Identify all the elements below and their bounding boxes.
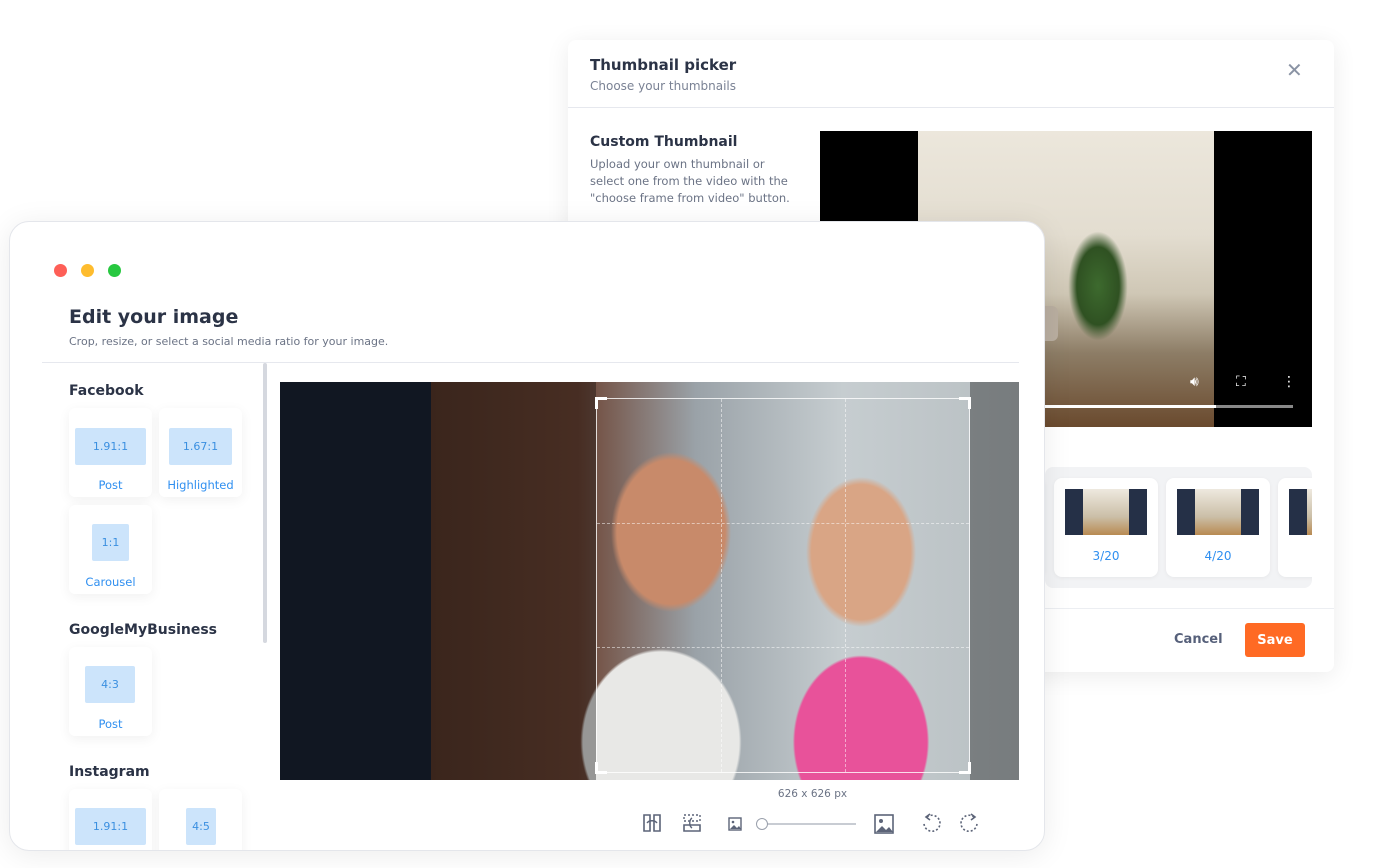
section-googlemybusiness: GoogleMyBusiness (69, 622, 217, 638)
close-icon[interactable]: ✕ (1286, 58, 1303, 82)
divider (1045, 608, 1334, 609)
section-facebook: Facebook (69, 383, 144, 399)
more-options-icon[interactable]: ⋮ (1282, 374, 1296, 390)
window-maximize-button[interactable] (108, 264, 121, 277)
cancel-button[interactable]: Cancel (1174, 632, 1223, 647)
custom-thumbnail-title: Custom Thumbnail (590, 134, 738, 150)
section-instagram: Instagram (69, 764, 150, 780)
image-canvas[interactable] (280, 382, 1019, 780)
crop-handle[interactable] (595, 762, 607, 774)
frame-image (1177, 489, 1259, 535)
zoom-in-image-icon[interactable] (874, 814, 894, 834)
crop-handle[interactable] (959, 397, 971, 409)
fullscreen-icon[interactable]: ⛶ (1236, 374, 1246, 390)
window-close-button[interactable] (54, 264, 67, 277)
page-title: Edit your image (69, 306, 239, 328)
rotate-right-icon[interactable] (959, 812, 981, 834)
zoom-slider-track[interactable] (762, 823, 856, 825)
ratio-card[interactable]: 4:5 (159, 789, 242, 850)
frame-label: 3/20 (1092, 549, 1120, 563)
page-subtitle: Crop, resize, or select a social media r… (69, 335, 389, 348)
ratio-card[interactable]: 1.91:1 (69, 789, 152, 850)
ratio-card[interactable]: 4:3 Post (69, 647, 152, 736)
frame-image (1289, 489, 1312, 535)
frame-thumbnail[interactable] (1278, 478, 1312, 577)
frame-label: 4/20 (1204, 549, 1232, 563)
custom-thumbnail-description: Upload your own thumbnail or select one … (590, 157, 790, 205)
crop-box[interactable] (595, 397, 971, 774)
divider (568, 107, 1334, 108)
zoom-slider-handle[interactable] (756, 818, 768, 830)
ratio-card[interactable]: 1.91:1 Post (69, 408, 152, 497)
frame-strip: 3/20 4/20 (1045, 467, 1312, 588)
zoom-out-image-icon[interactable] (728, 817, 742, 831)
ratio-card[interactable]: 1.67:1 Highlighted (159, 408, 242, 497)
sidebar-scrollbar[interactable] (263, 363, 267, 643)
video-progress-fill (1045, 405, 1217, 408)
crop-handle[interactable] (959, 762, 971, 774)
volume-icon[interactable]: 🔊︎ (1190, 374, 1199, 390)
dialog-title: Thumbnail picker (590, 56, 737, 74)
divider (42, 362, 1019, 363)
dialog-subtitle: Choose your thumbnails (590, 79, 737, 93)
frame-image (1065, 489, 1147, 535)
flip-horizontal-icon[interactable] (641, 812, 663, 834)
edit-image-window: Edit your image Crop, resize, or select … (9, 221, 1045, 851)
frame-thumbnail[interactable]: 3/20 (1054, 478, 1158, 577)
crop-handle[interactable] (595, 397, 607, 409)
rotate-left-icon[interactable] (920, 812, 942, 834)
save-button[interactable]: Save (1245, 623, 1305, 657)
flip-vertical-icon[interactable] (681, 812, 703, 834)
frame-thumbnail[interactable]: 4/20 (1166, 478, 1270, 577)
image-dimensions: 626 x 626 px (777, 788, 848, 800)
photo (431, 382, 1019, 780)
ratio-card[interactable]: 1:1 Carousel (69, 505, 152, 594)
window-minimize-button[interactable] (81, 264, 94, 277)
